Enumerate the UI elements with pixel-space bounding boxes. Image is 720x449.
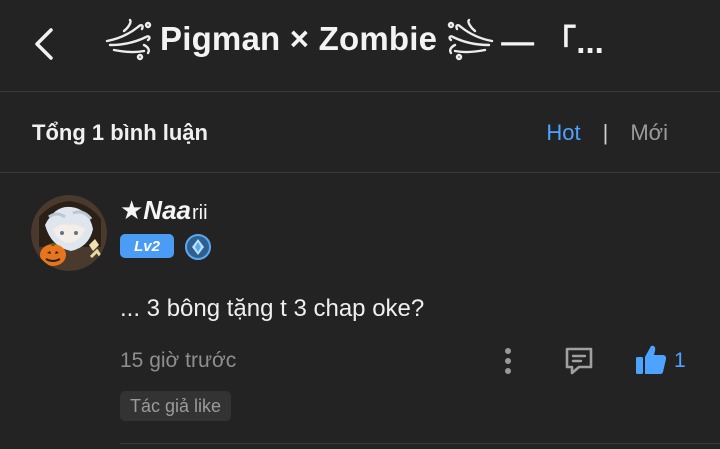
chevron-left-icon[interactable] <box>26 24 66 64</box>
user-name[interactable]: ★Naa rii <box>120 195 208 226</box>
comment-item: ★Naa rii Lv2 ... 3 bông tặng t 3 chap ok… <box>0 173 720 449</box>
sort-toggle: Hot | Mới <box>546 120 668 146</box>
sort-separator: | <box>602 120 609 145</box>
user-name-main: ★Naa <box>120 195 192 225</box>
comment-time: 15 giờ trước <box>120 349 237 372</box>
swirl-ornament-icon <box>447 18 494 61</box>
divider <box>120 443 720 444</box>
swirl-ornament-icon <box>105 18 152 61</box>
thumbs-up-icon[interactable] <box>634 343 668 377</box>
avatar[interactable] <box>31 195 107 271</box>
author-liked-tag: Tác giả like <box>120 391 232 421</box>
comments-bar: Tổng 1 bình luận Hot | Mới <box>0 92 720 173</box>
level-badge: Lv2 <box>120 234 174 258</box>
page-title: Pigman × Zombie <box>160 20 438 57</box>
like-count: 1 <box>674 349 686 372</box>
top-bar: Pigman × Zombie — 「... <box>0 0 720 92</box>
more-vertical-icon[interactable] <box>496 345 520 377</box>
user-name-suffix: rii <box>192 202 208 224</box>
sort-hot-tab[interactable]: Hot <box>546 120 580 146</box>
page-title-container: Pigman × Zombie — 「... <box>104 14 704 64</box>
comment-text: ... 3 bông tặng t 3 chap oke? <box>120 295 425 322</box>
comment-icon[interactable] <box>563 345 595 377</box>
sort-new-tab[interactable]: Mới <box>630 120 668 146</box>
comment-count: Tổng 1 bình luận <box>32 120 208 145</box>
diamond-badge-icon <box>185 234 211 260</box>
page-title-tail: — 「... <box>501 23 604 60</box>
